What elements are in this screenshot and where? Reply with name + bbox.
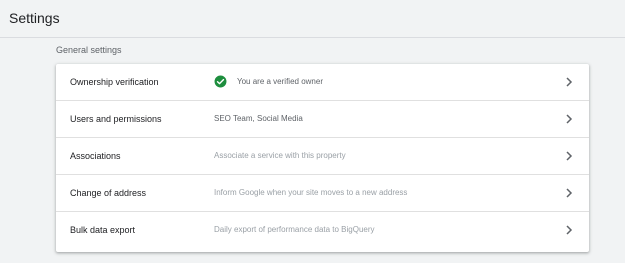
chevron-right-icon[interactable] [565, 225, 573, 235]
chevron-right-icon[interactable] [565, 188, 573, 198]
row-bulk-data-export[interactable]: Bulk data export Daily export of perform… [56, 212, 589, 249]
row-label: Change of address [70, 188, 147, 198]
row-value: Daily export of performance data to BigQ… [214, 225, 375, 234]
row-ownership-verification[interactable]: Ownership verification You are a verifie… [56, 64, 589, 101]
settings-card: Ownership verification You are a verifie… [56, 64, 589, 252]
row-value: Inform Google when your site moves to a … [214, 188, 408, 197]
header-divider [0, 37, 625, 38]
row-label: Associations [70, 151, 121, 161]
row-users-and-permissions[interactable]: Users and permissions SEO Team, Social M… [56, 101, 589, 138]
row-label: Bulk data export [70, 225, 136, 235]
chevron-right-icon[interactable] [565, 114, 573, 124]
row-value: Associate a service with this property [214, 151, 346, 160]
check-circle-icon [214, 75, 227, 88]
row-value: You are a verified owner [237, 77, 323, 86]
chevron-right-icon[interactable] [565, 77, 573, 87]
section-heading: General settings [56, 45, 122, 55]
page-header: Settings [0, 0, 625, 36]
row-label: Ownership verification [70, 77, 159, 87]
row-label: Users and permissions [70, 114, 162, 124]
page-title: Settings [9, 10, 60, 26]
row-value: SEO Team, Social Media [214, 114, 303, 123]
row-associations[interactable]: Associations Associate a service with th… [56, 138, 589, 175]
chevron-right-icon[interactable] [565, 151, 573, 161]
row-change-of-address[interactable]: Change of address Inform Google when you… [56, 175, 589, 212]
